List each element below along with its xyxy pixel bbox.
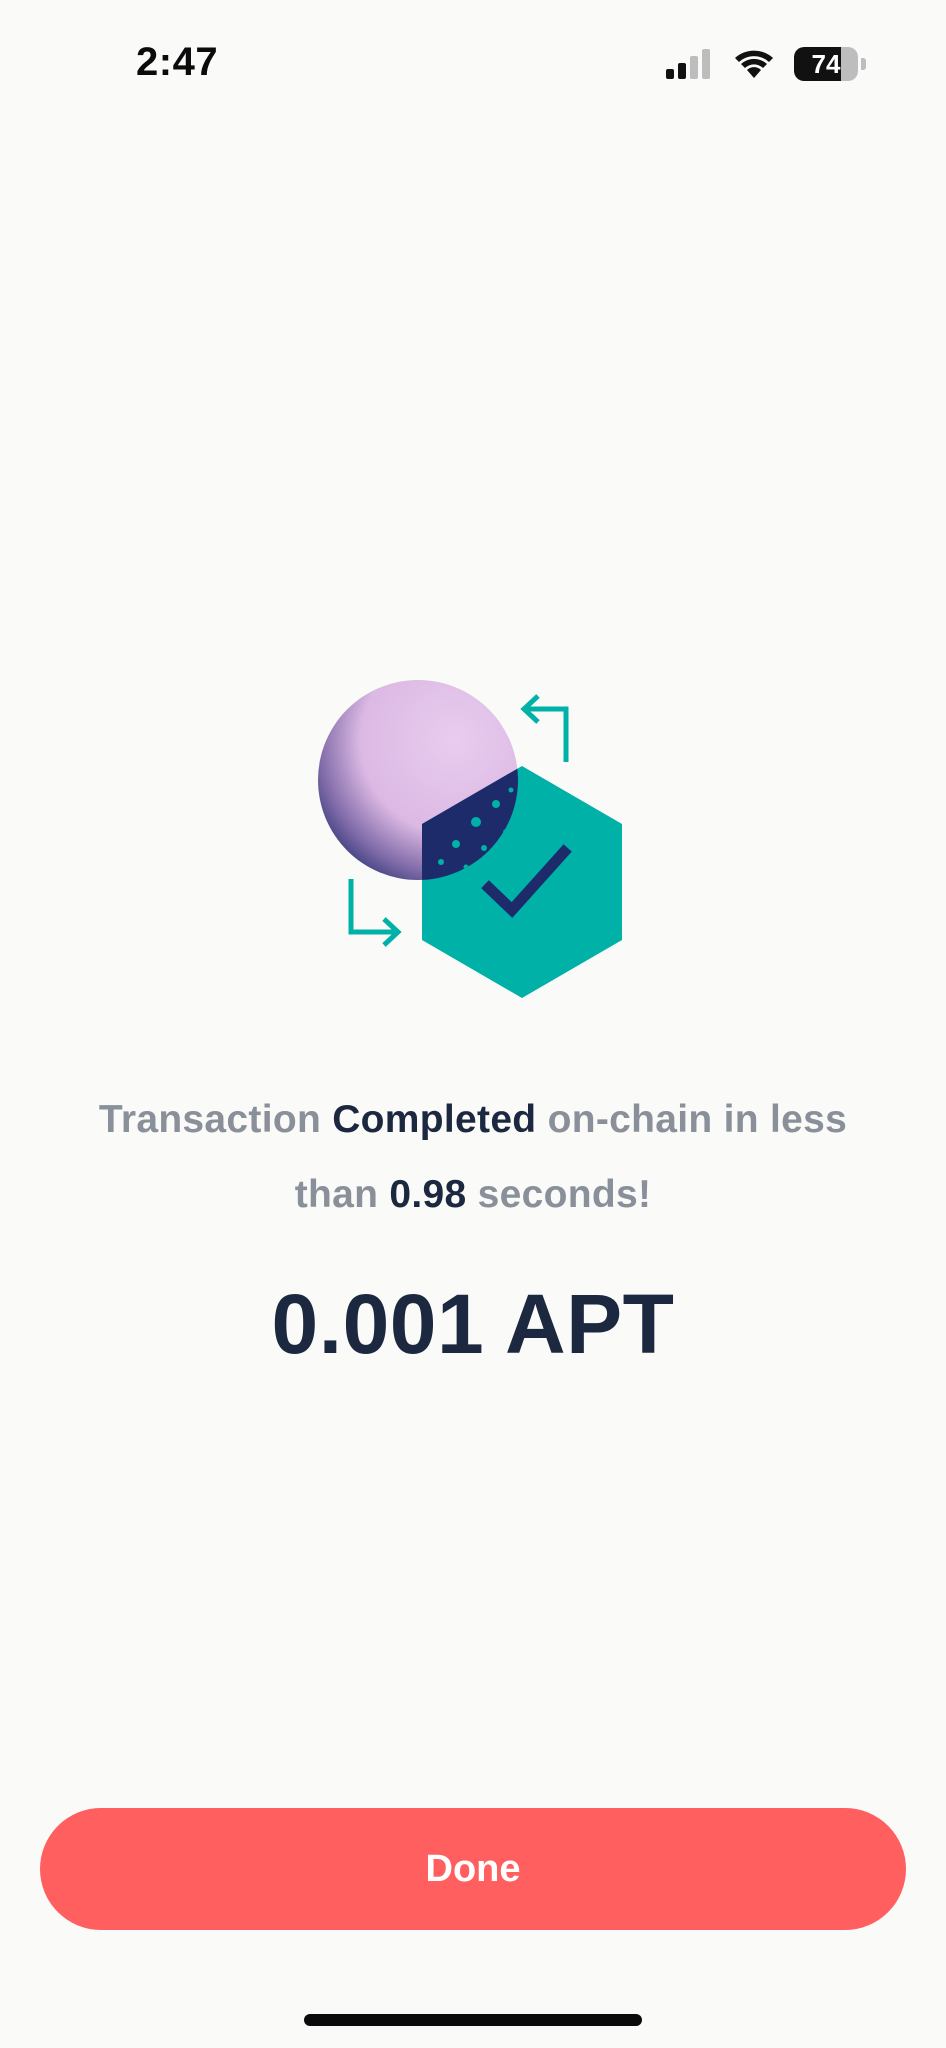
battery-level: 74 xyxy=(811,48,841,79)
duration-value: 0.98 xyxy=(389,1173,467,1216)
status-icons: 74 xyxy=(666,44,866,84)
completed-text: Completed xyxy=(332,1098,537,1141)
message-text: seconds! xyxy=(466,1173,652,1216)
message-text: Transaction xyxy=(98,1098,333,1141)
status-bar: 2:47 74 xyxy=(0,0,946,120)
transaction-amount: 0.001 APT xyxy=(271,1277,675,1371)
status-time: 2:47 xyxy=(136,40,219,84)
arrow-up-left-icon xyxy=(520,694,569,762)
arrow-down-right-icon xyxy=(348,879,402,947)
transaction-message: Transaction Completed on-chain in less t… xyxy=(90,1082,856,1232)
wifi-icon xyxy=(735,50,773,78)
transaction-complete-illustration xyxy=(318,680,622,998)
done-button[interactable]: Done xyxy=(40,1808,906,1930)
home-indicator[interactable] xyxy=(304,2014,642,2026)
battery-icon: 74 xyxy=(794,47,858,81)
battery-nub xyxy=(861,58,866,70)
cellular-signal-icon xyxy=(666,49,710,79)
